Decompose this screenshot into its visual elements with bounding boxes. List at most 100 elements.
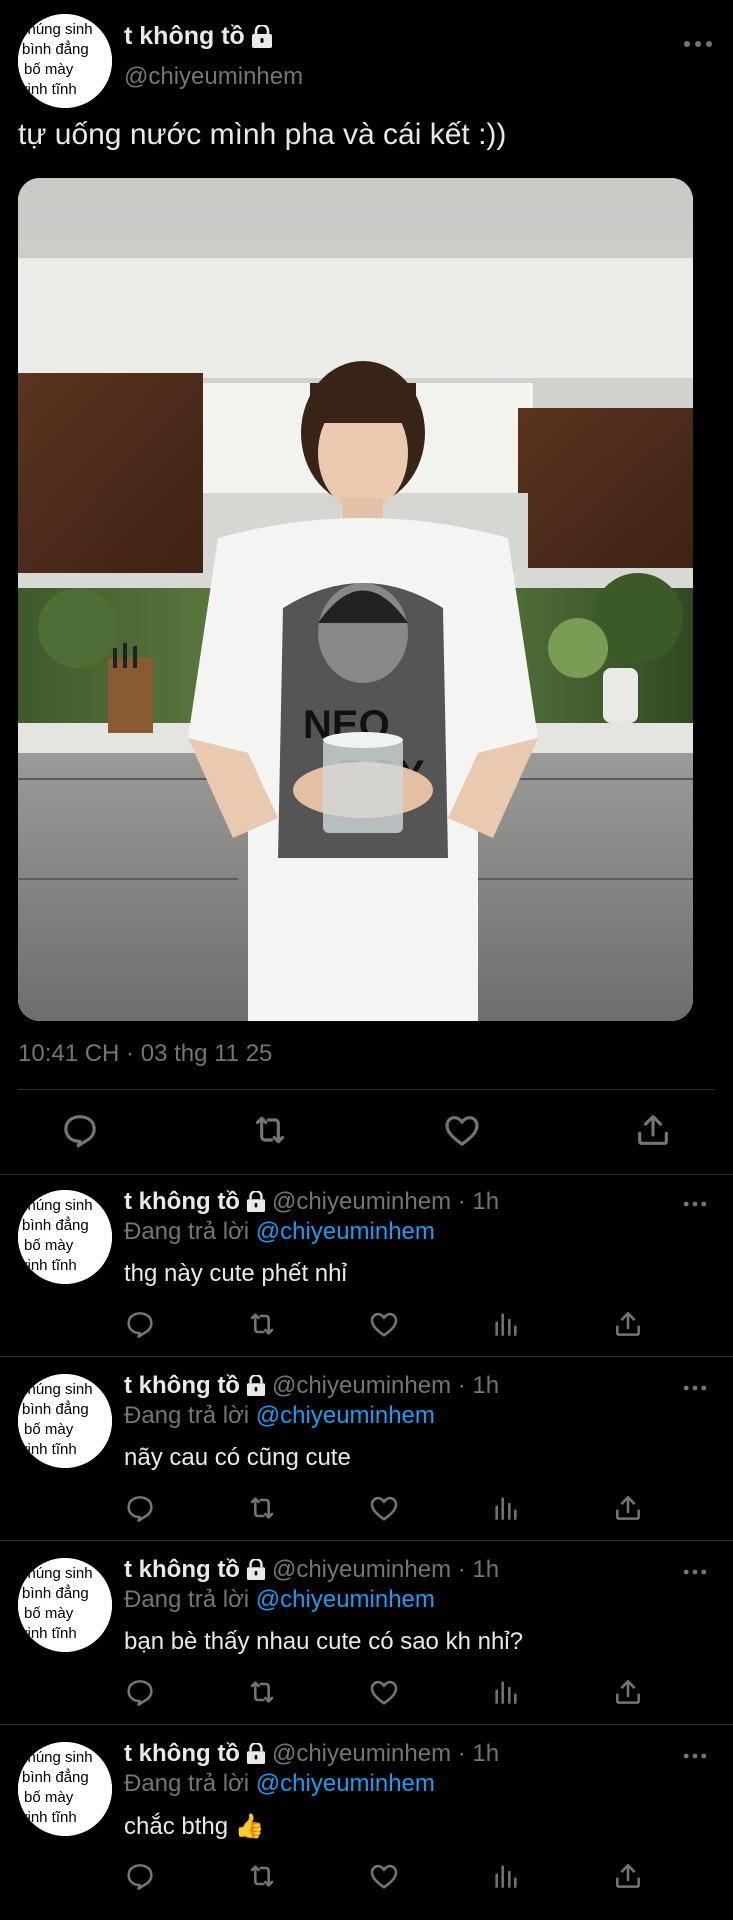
more-icon[interactable] [683, 1568, 707, 1576]
avatar[interactable]: chúng sinh bình đẳng bố mày vinh tĩnh [18, 1190, 112, 1284]
retweet-icon[interactable] [246, 1308, 278, 1340]
tweet-text: tự uống nước mình pha và cái kết :)) [18, 118, 507, 151]
like-icon[interactable] [368, 1492, 400, 1524]
svg-text:bình đẳng: bình đẳng [22, 40, 89, 58]
svg-text:chúng sinh: chúng sinh [20, 1197, 93, 1214]
reply-tweet[interactable]: chúng sinh bình đẳng bố mày vinh tĩnh t … [0, 1546, 733, 1730]
reply-tweet[interactable]: chúng sinh bình đẳng bố mày vinh tĩnh t … [0, 1362, 733, 1546]
replying-to: Đang trả lời @chiyeuminhem [124, 1402, 435, 1430]
reply-header: t không tồ @chiyeuminhem · 1h [124, 1188, 499, 1216]
svg-text:bố mày: bố mày [24, 1605, 74, 1622]
retweet-icon[interactable] [246, 1860, 278, 1892]
lock-icon [246, 1191, 266, 1212]
share-icon[interactable] [612, 1492, 644, 1524]
svg-text:vinh tĩnh: vinh tĩnh [20, 81, 77, 98]
avatar-image: chúng sinh bình đẳng bố mày vinh tĩnh [18, 14, 112, 108]
reply-icon[interactable] [124, 1492, 156, 1524]
avatar-image: chúng sinh bình đẳng bố mày vinh tĩnh [18, 1190, 112, 1284]
like-icon[interactable] [368, 1676, 400, 1708]
author-handle[interactable]: @chiyeuminhem [124, 63, 303, 91]
avatar-image: chúng sinh bình đẳng bố mày vinh tĩnh [18, 1742, 112, 1836]
reply-header: t không tồ @chiyeuminhem · 1h [124, 1556, 499, 1584]
svg-text:bố mày: bố mày [24, 61, 74, 78]
author-handle[interactable]: @chiyeuminhem · 1h [272, 1372, 499, 1400]
views-icon[interactable] [490, 1308, 522, 1340]
mention-link[interactable]: @chiyeuminhem [256, 1586, 435, 1613]
like-icon[interactable] [368, 1860, 400, 1892]
svg-text:vinh tĩnh: vinh tĩnh [20, 1441, 77, 1458]
avatar[interactable]: chúng sinh bình đẳng bố mày vinh tĩnh [18, 14, 112, 108]
mention-link[interactable]: @chiyeuminhem [256, 1402, 435, 1429]
tweet-timestamp[interactable]: 10:41 CH · 03 thg 11 25 [18, 1040, 272, 1068]
replying-prefix: Đang trả lời [124, 1218, 250, 1245]
reply-text: bạn bè thấy nhau cute có sao kh nhỉ? [124, 1628, 523, 1655]
like-icon[interactable] [368, 1308, 400, 1340]
mention-link[interactable]: @chiyeuminhem [256, 1770, 435, 1797]
kitchen-photo: NEO BOY [18, 178, 693, 1021]
reply-tweet[interactable]: chúng sinh bình đẳng bố mày vinh tĩnh t … [0, 1730, 733, 1914]
svg-text:chúng sinh: chúng sinh [20, 1565, 93, 1582]
reply-tweet[interactable]: chúng sinh bình đẳng bố mày vinh tĩnh t … [0, 1178, 733, 1362]
reply-text: chắc bthg 👍 [124, 1813, 265, 1840]
share-icon[interactable] [612, 1860, 644, 1892]
reply-text: thg này cute phết nhỉ [124, 1260, 347, 1287]
svg-text:bình đẳng: bình đẳng [22, 1216, 89, 1234]
views-icon[interactable] [490, 1860, 522, 1892]
author-handle[interactable]: @chiyeuminhem · 1h [272, 1188, 499, 1216]
author-name-label: t không tồ [124, 22, 245, 50]
author-handle[interactable]: @chiyeuminhem · 1h [272, 1556, 499, 1584]
author-name[interactable]: t không tồ [124, 1740, 240, 1768]
avatar[interactable]: chúng sinh bình đẳng bố mày vinh tĩnh [18, 1374, 112, 1468]
reply-icon[interactable] [124, 1860, 156, 1892]
more-icon[interactable] [683, 1384, 707, 1392]
reply-action-bar [0, 1860, 733, 1896]
replying-to: Đang trả lời @chiyeuminhem [124, 1586, 435, 1614]
replying-prefix: Đang trả lời [124, 1770, 250, 1797]
lock-icon [246, 1375, 266, 1396]
author-handle[interactable]: @chiyeuminhem · 1h [272, 1740, 499, 1768]
svg-text:chúng sinh: chúng sinh [20, 1749, 93, 1766]
svg-text:bố mày: bố mày [24, 1237, 74, 1254]
reply-icon[interactable] [124, 1308, 156, 1340]
more-icon[interactable] [683, 39, 713, 49]
like-icon[interactable] [442, 1110, 482, 1150]
divider [0, 1174, 733, 1175]
more-icon[interactable] [683, 1752, 707, 1760]
svg-text:bình đẳng: bình đẳng [22, 1400, 89, 1418]
author-name[interactable]: t không tồ [124, 1556, 240, 1584]
avatar-image: chúng sinh bình đẳng bố mày vinh tĩnh [18, 1558, 112, 1652]
divider [0, 1356, 733, 1357]
divider [0, 1724, 733, 1725]
retweet-icon[interactable] [250, 1110, 290, 1150]
svg-text:bình đẳng: bình đẳng [22, 1768, 89, 1786]
divider [18, 1089, 715, 1090]
divider [0, 1540, 733, 1541]
author-name[interactable]: t không tồ [124, 1372, 240, 1400]
retweet-icon[interactable] [246, 1492, 278, 1524]
author-name[interactable]: t không tồ [124, 1188, 240, 1216]
replying-prefix: Đang trả lời [124, 1402, 250, 1429]
avatar[interactable]: chúng sinh bình đẳng bố mày vinh tĩnh [18, 1742, 112, 1836]
views-icon[interactable] [490, 1492, 522, 1524]
avatar[interactable]: chúng sinh bình đẳng bố mày vinh tĩnh [18, 1558, 112, 1652]
share-icon[interactable] [612, 1676, 644, 1708]
svg-text:chúng sinh: chúng sinh [20, 21, 93, 38]
lock-icon [251, 24, 272, 48]
more-icon[interactable] [683, 1200, 707, 1208]
svg-text:chúng sinh: chúng sinh [20, 1381, 93, 1398]
reply-icon[interactable] [60, 1110, 100, 1150]
avatar-image: chúng sinh bình đẳng bố mày vinh tĩnh [18, 1374, 112, 1468]
views-icon[interactable] [490, 1676, 522, 1708]
author-name[interactable]: t không tồ [124, 22, 273, 51]
reply-icon[interactable] [124, 1676, 156, 1708]
retweet-icon[interactable] [246, 1676, 278, 1708]
share-icon[interactable] [612, 1308, 644, 1340]
mention-link[interactable]: @chiyeuminhem [256, 1218, 435, 1245]
svg-text:vinh tĩnh: vinh tĩnh [20, 1809, 77, 1826]
reply-header: t không tồ @chiyeuminhem · 1h [124, 1372, 499, 1400]
tweet-photo[interactable]: NEO BOY [18, 178, 693, 1021]
reply-header: t không tồ @chiyeuminhem · 1h [124, 1740, 499, 1768]
share-icon[interactable] [633, 1110, 673, 1150]
lock-icon [246, 1559, 266, 1580]
svg-text:vinh tĩnh: vinh tĩnh [20, 1257, 77, 1274]
